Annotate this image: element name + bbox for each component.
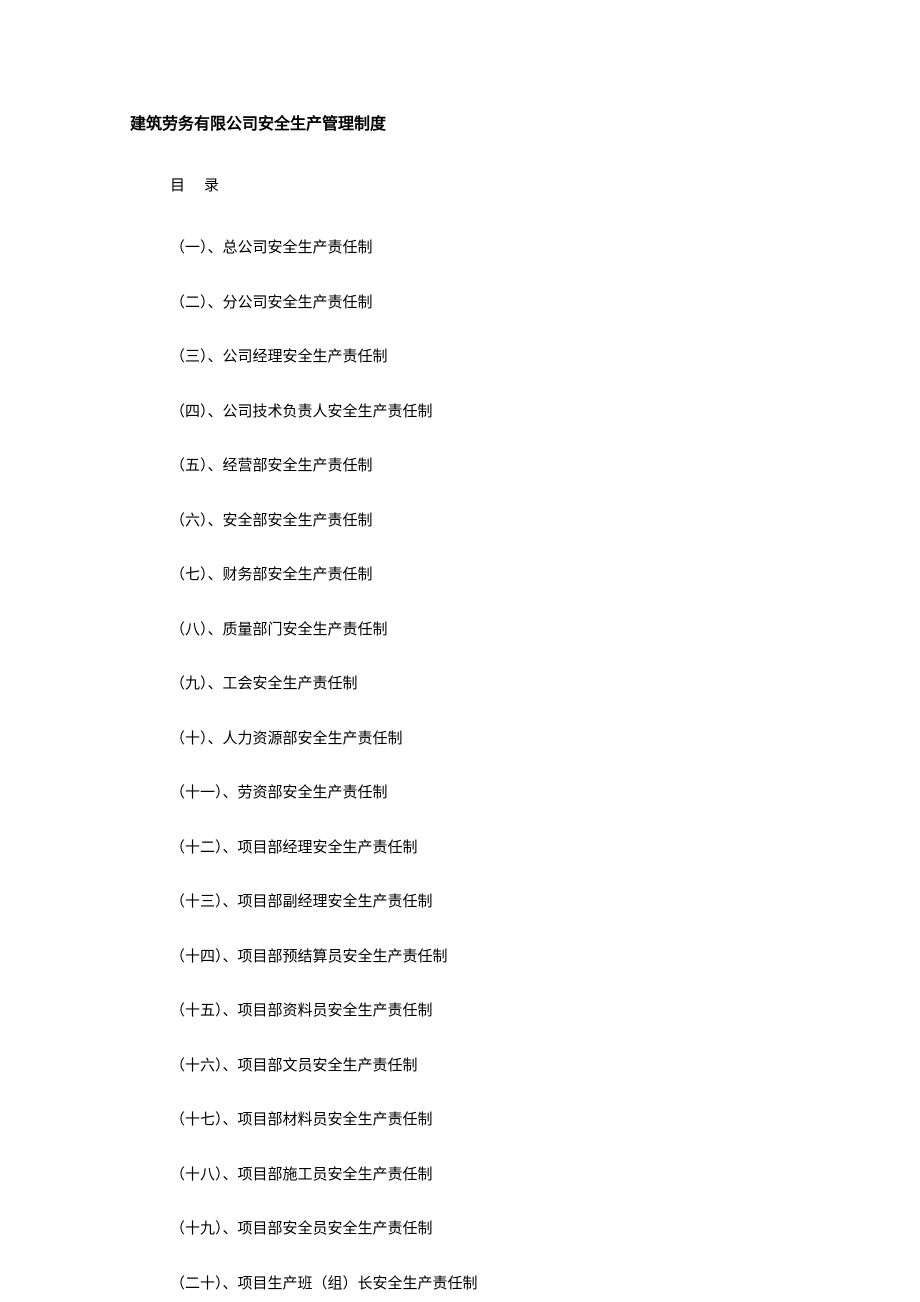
- toc-item: （十二）、项目部经理安全生产责任制: [170, 837, 790, 860]
- document-page: 建筑劳务有限公司安全生产管理制度 目 录 （一）、总公司安全生产责任制 （二）、…: [0, 0, 920, 1295]
- toc-item: （十七）、项目部材料员安全生产责任制: [170, 1109, 790, 1132]
- toc-item: （四）、公司技术负责人安全生产责任制: [170, 401, 790, 424]
- toc-item: （二十）、项目生产班（组）长安全生产责任制: [170, 1273, 790, 1296]
- toc-item: （十八）、项目部施工员安全生产责任制: [170, 1164, 790, 1187]
- toc-item: （十一）、劳资部安全生产责任制: [170, 782, 790, 805]
- toc-item: （十九）、项目部安全员安全生产责任制: [170, 1218, 790, 1241]
- toc-item: （三）、公司经理安全生产责任制: [170, 346, 790, 369]
- toc-item: （六）、安全部安全生产责任制: [170, 510, 790, 533]
- toc-item: （十四）、项目部预结算员安全生产责任制: [170, 946, 790, 969]
- toc-item: （九）、工会安全生产责任制: [170, 673, 790, 696]
- toc-header: 目 录: [170, 174, 790, 195]
- toc-item: （十三）、项目部副经理安全生产责任制: [170, 891, 790, 914]
- toc-item: （五）、经营部安全生产责任制: [170, 455, 790, 478]
- toc-item: （七）、财务部安全生产责任制: [170, 564, 790, 587]
- toc-item: （一）、总公司安全生产责任制: [170, 237, 790, 260]
- toc-item: （十）、人力资源部安全生产责任制: [170, 728, 790, 751]
- toc-item: （八）、质量部门安全生产责任制: [170, 619, 790, 642]
- toc-item: （十六）、项目部文员安全生产责任制: [170, 1055, 790, 1078]
- document-title: 建筑劳务有限公司安全生产管理制度: [130, 110, 790, 134]
- toc-item: （二）、分公司安全生产责任制: [170, 292, 790, 315]
- toc-item: （十五）、项目部资料员安全生产责任制: [170, 1000, 790, 1023]
